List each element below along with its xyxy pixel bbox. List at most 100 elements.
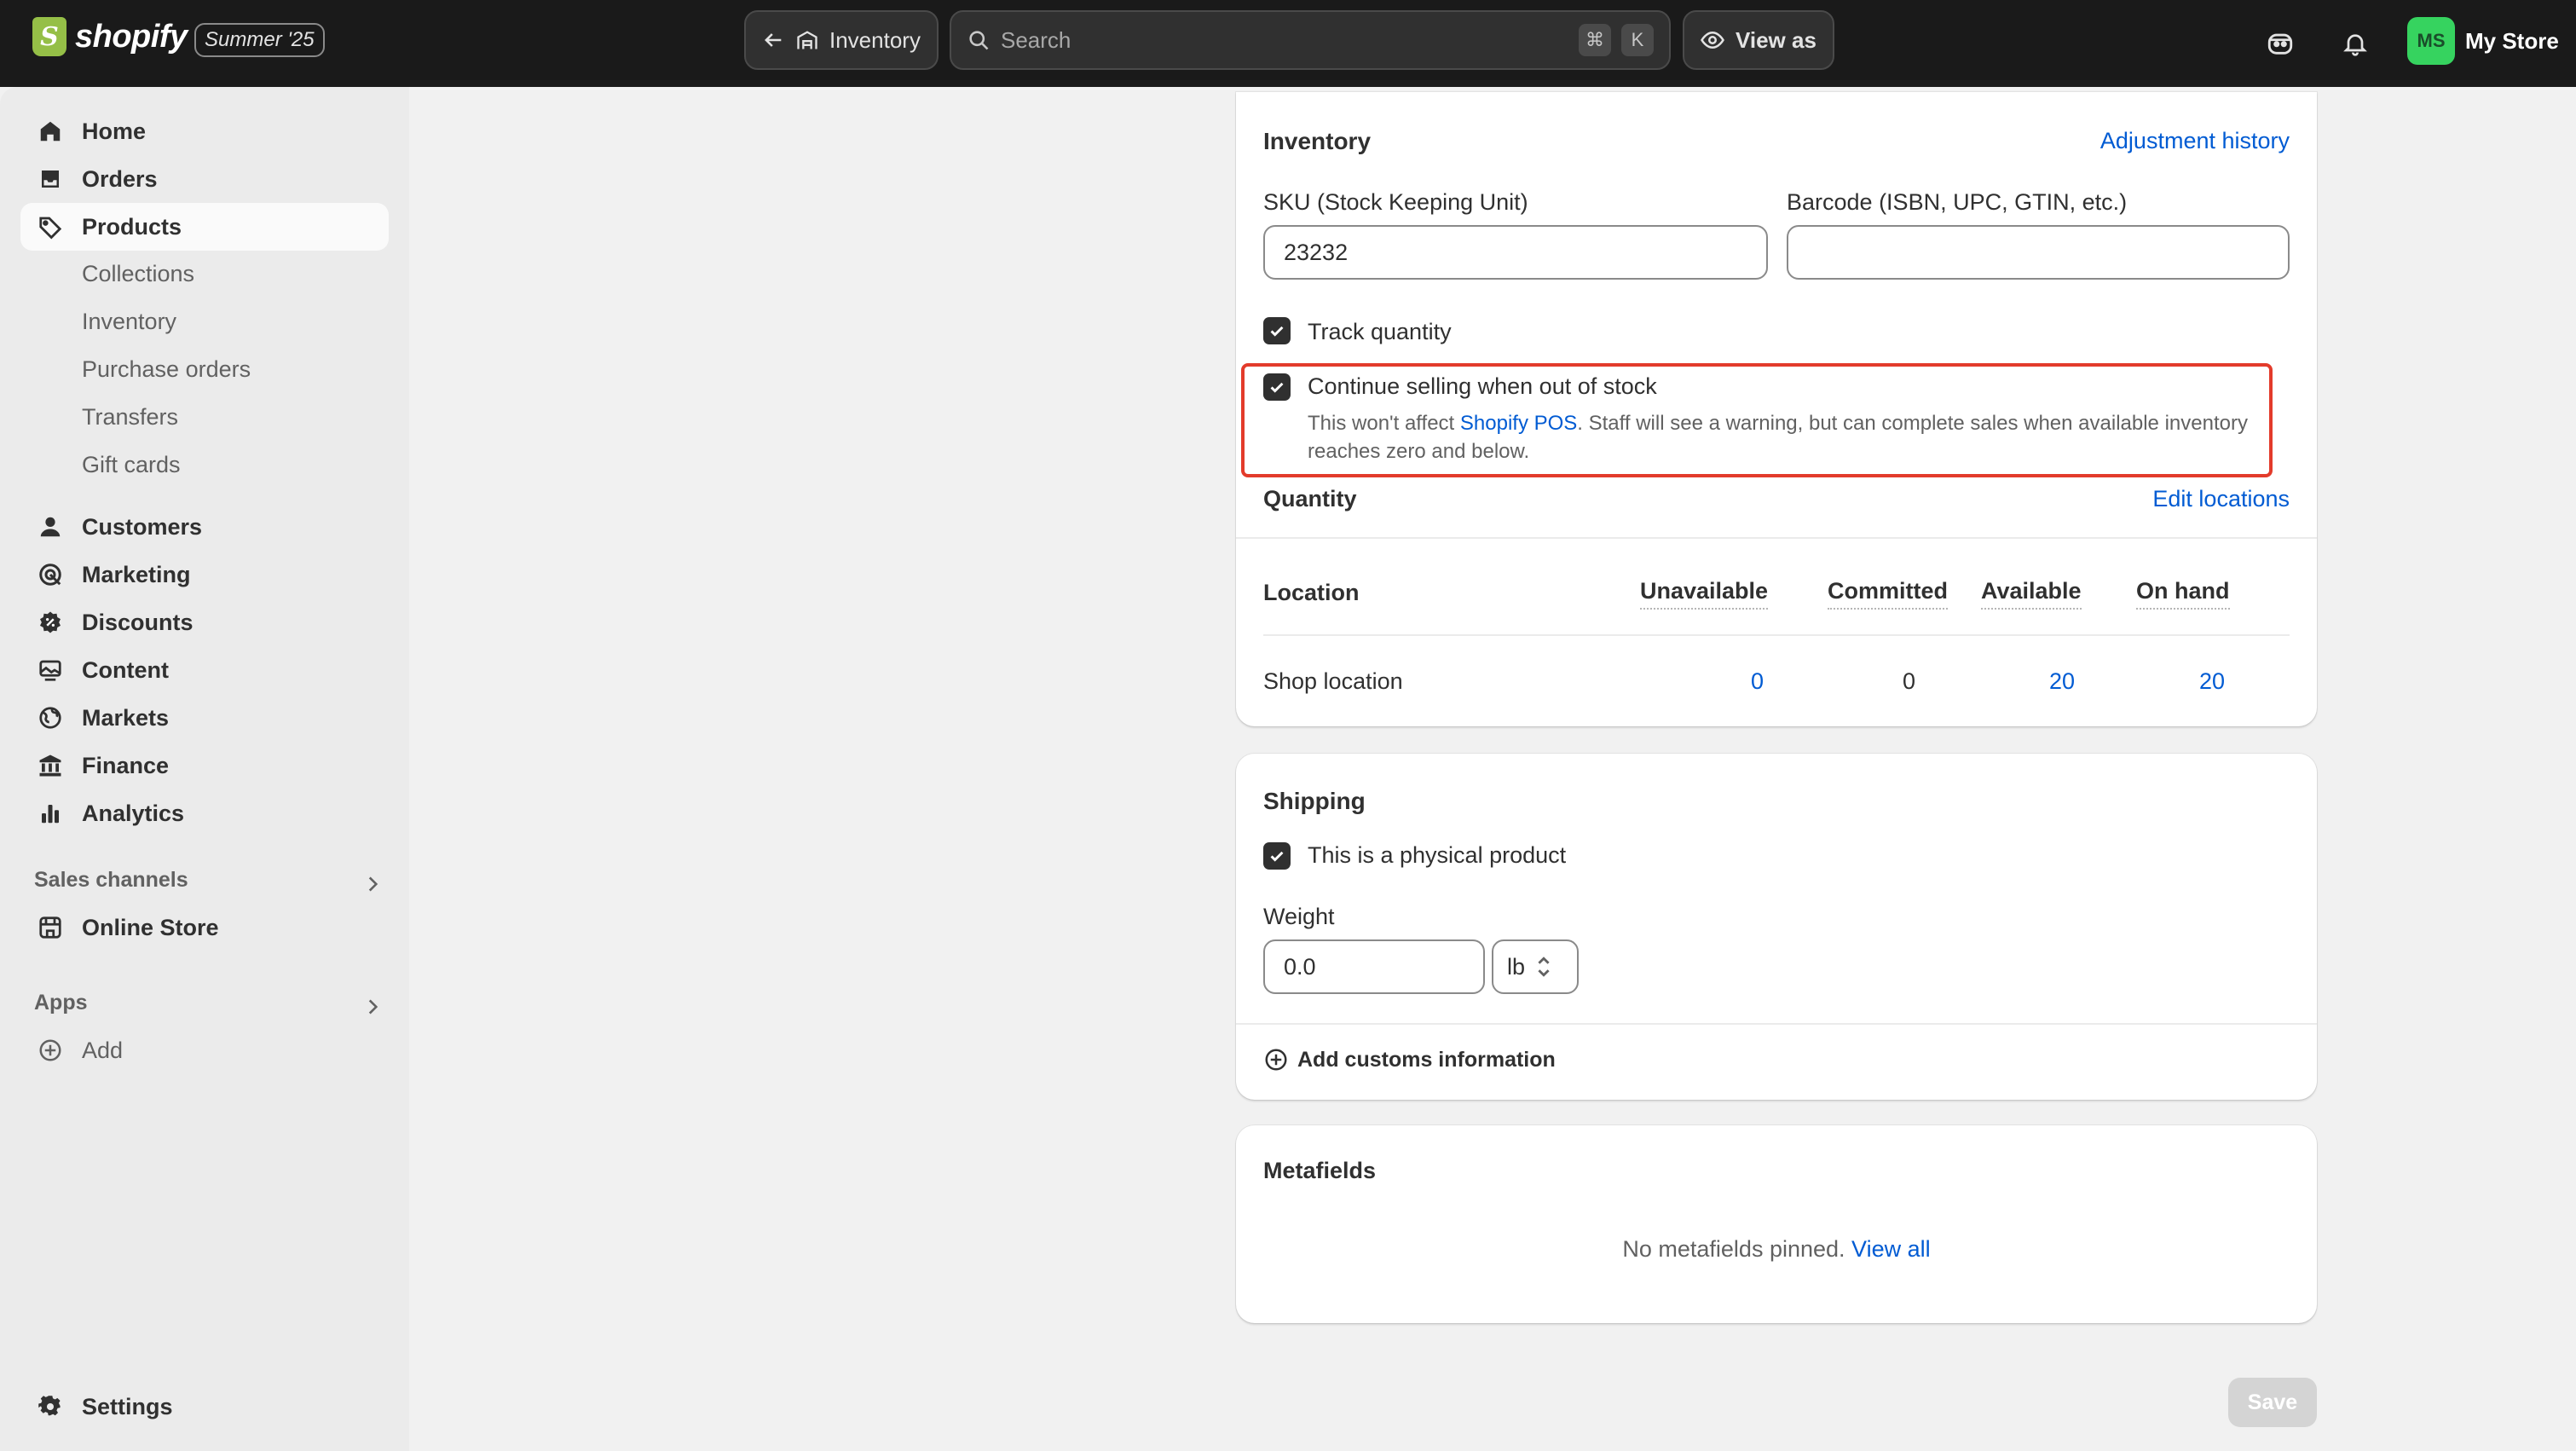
search-input[interactable]: Search (1001, 27, 1568, 54)
globe-icon (36, 703, 65, 732)
sidebar-item-label: Finance (82, 752, 170, 778)
sidebar-item-label: Discounts (82, 609, 193, 635)
col-committed-header[interactable]: Committed (1828, 578, 1948, 610)
sidebar-item-discounts[interactable]: Discounts (20, 598, 389, 646)
sidebar-item-label: Customers (82, 513, 203, 540)
sidebar-subitem-transfers[interactable]: Transfers (82, 404, 178, 431)
inbox-icon (36, 165, 65, 194)
sidebar-item-products[interactable]: Products (20, 203, 389, 251)
barcode-input[interactable] (1787, 225, 2290, 280)
sidebar-item-analytics[interactable]: Analytics (20, 789, 389, 837)
continue-selling-label[interactable]: Continue selling when out of stock (1308, 373, 1657, 400)
plus-circle-icon (36, 1036, 65, 1065)
physical-product-checkbox[interactable] (1263, 842, 1291, 870)
quantity-title: Quantity (1263, 486, 1357, 512)
search-icon (969, 31, 989, 50)
sidebar-item-label: Add (82, 1037, 124, 1063)
track-quantity-label[interactable]: Track quantity (1308, 319, 1452, 345)
select-arrows-icon (1538, 957, 1550, 977)
sidebar-item-markets[interactable]: Markets (20, 694, 389, 742)
sales-channels-heading[interactable]: Sales channels (34, 868, 188, 893)
sidebar-subitem-collections[interactable]: Collections (82, 261, 194, 287)
metafields-card: Metafields No metafields pinned. View al… (1236, 1125, 2317, 1323)
sidebar-item-finance[interactable]: Finance (20, 742, 389, 789)
checkmark-icon (1270, 851, 1284, 862)
metafields-empty-state: No metafields pinned. View all (1236, 1236, 2317, 1263)
sidebar-item-settings[interactable]: Settings (20, 1383, 389, 1431)
view-as-button[interactable]: View as (1683, 10, 1834, 70)
continue-selling-checkbox[interactable] (1263, 373, 1291, 401)
sidebar-item-label: Content (82, 656, 169, 683)
add-customs-button[interactable]: Add customs information (1263, 1047, 1556, 1072)
home-icon (36, 117, 65, 146)
shipping-card: Shipping This is a physical product Weig… (1236, 754, 2317, 1100)
weight-unit-select[interactable]: lb (1492, 939, 1579, 994)
edition-badge[interactable]: Summer '25 (194, 23, 325, 57)
adjustment-history-link[interactable]: Adjustment history (2100, 128, 2290, 154)
continue-selling-help: This won't affect Shopify POS. Staff wil… (1308, 409, 2254, 465)
help-text-prefix: This won't affect (1308, 412, 1460, 435)
weight-input[interactable]: 0.0 (1263, 939, 1485, 994)
save-button[interactable]: Save (2228, 1378, 2317, 1427)
divider (1236, 537, 2317, 539)
sidebar-item-label: Orders (82, 165, 158, 192)
row-unavailable[interactable]: 0 (1751, 668, 1764, 695)
edit-locations-link[interactable]: Edit locations (2152, 486, 2290, 512)
sidebar-item-marketing[interactable]: Marketing (20, 551, 389, 598)
store-name: My Store (2465, 27, 2559, 54)
tag-icon (36, 212, 65, 241)
inventory-card: Inventory Adjustment history SKU (Stock … (1236, 92, 2317, 726)
shopify-pos-link[interactable]: Shopify POS (1460, 412, 1577, 435)
eye-icon (1701, 31, 1724, 49)
sku-label: SKU (Stock Keeping Unit) (1263, 189, 1528, 215)
sidebar-item-label: Markets (82, 704, 170, 731)
row-on-hand[interactable]: 20 (2199, 668, 2225, 695)
col-available-header[interactable]: Available (1981, 578, 2082, 610)
sidebar-item-label: Products (82, 213, 182, 240)
store-menu[interactable]: MS My Store (2407, 17, 2559, 65)
row-location: Shop location (1263, 668, 1403, 694)
sidebar-subitem-inventory[interactable]: Inventory (82, 309, 176, 335)
sidebar-item-online-store[interactable]: Online Store (20, 904, 389, 951)
barcode-label: Barcode (ISBN, UPC, GTIN, etc.) (1787, 189, 2128, 215)
discount-icon (36, 608, 65, 637)
divider (1236, 1023, 2317, 1025)
chevron-right-icon[interactable] (361, 996, 384, 1018)
brand-wordmark: shopify (75, 18, 188, 55)
metafields-title: Metafields (1263, 1158, 1377, 1183)
row-committed: 0 (1903, 668, 1916, 694)
top-bar: S shopify Summer '25 Inventory Search ⌘ … (0, 0, 2576, 87)
back-to-inventory-button[interactable]: Inventory (744, 10, 939, 70)
track-quantity-checkbox[interactable] (1263, 317, 1291, 344)
shopify-logo[interactable]: S shopify (32, 17, 188, 56)
sidebar-item-label: Home (82, 118, 147, 144)
sidebar-item-orders[interactable]: Orders (20, 155, 389, 203)
col-on-hand-header[interactable]: On hand (2136, 578, 2230, 610)
row-available[interactable]: 20 (2049, 668, 2075, 695)
inventory-title: Inventory (1263, 128, 1372, 154)
physical-product-label[interactable]: This is a physical product (1308, 842, 1566, 869)
sidebar-item-home[interactable]: Home (20, 107, 389, 155)
weight-unit-value: lb (1507, 953, 1526, 980)
apps-heading[interactable]: Apps (34, 991, 88, 1015)
sidebar-item-add-app[interactable]: Add (20, 1026, 389, 1074)
sku-input[interactable]: 23232 (1263, 225, 1768, 280)
chevron-right-icon[interactable] (361, 873, 384, 895)
bank-icon (36, 751, 65, 780)
sidebar-item-content[interactable]: Content (20, 646, 389, 694)
col-unavailable-header[interactable]: Unavailable (1640, 578, 1769, 610)
sidebar-subitem-gift-cards[interactable]: Gift cards (82, 452, 181, 478)
sidekick-icon[interactable] (2261, 24, 2300, 63)
sidebar-item-label: Marketing (82, 561, 191, 587)
view-as-label: View as (1736, 26, 1816, 53)
search-bar[interactable]: Search ⌘ K (950, 10, 1671, 70)
view-all-link[interactable]: View all (1851, 1236, 1931, 1262)
col-location-header: Location (1263, 580, 1360, 605)
sidebar-item-customers[interactable]: Customers (20, 503, 389, 551)
warehouse-icon (797, 31, 817, 49)
sidebar-subitem-purchase-orders[interactable]: Purchase orders (82, 356, 251, 383)
bell-icon[interactable] (2336, 24, 2375, 63)
sidebar-item-label: Settings (82, 1393, 173, 1419)
shortcut-cmd-key: ⌘ (1579, 24, 1611, 56)
add-customs-label: Add customs information (1297, 1047, 1556, 1072)
